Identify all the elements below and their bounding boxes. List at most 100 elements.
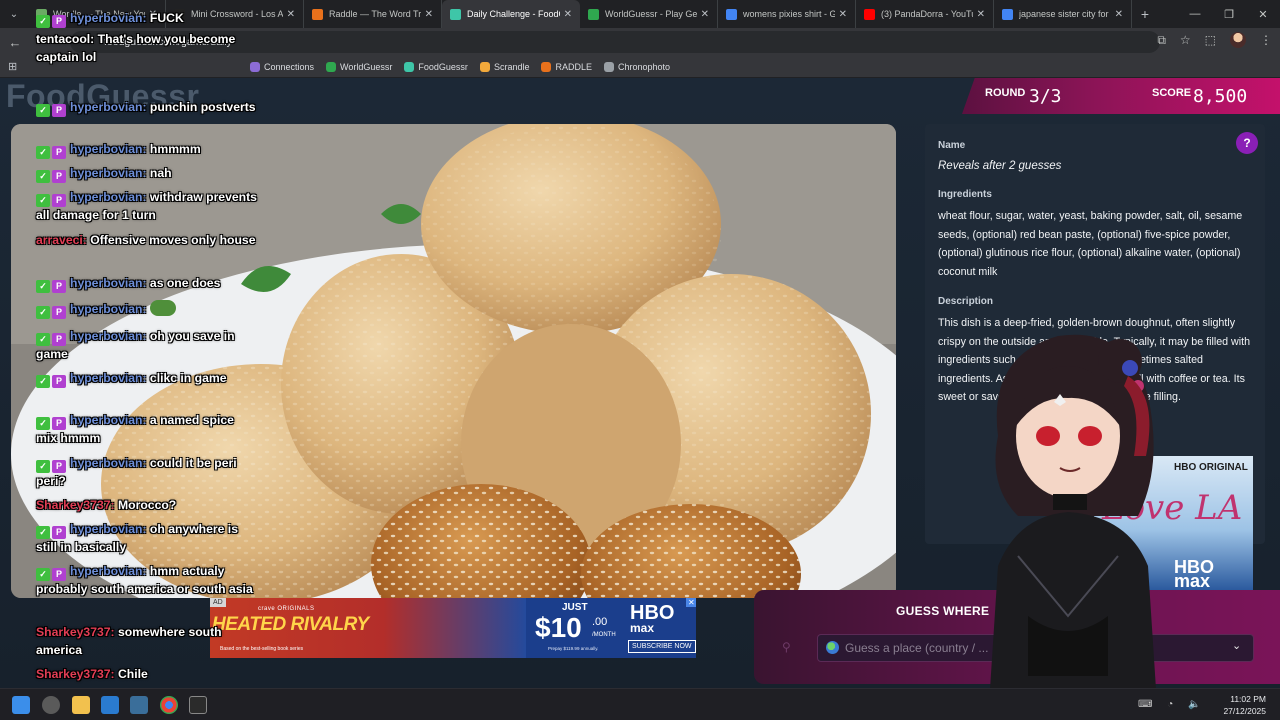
chat-badges: ✓ P bbox=[36, 194, 66, 208]
chat-username[interactable]: hyperbovian: bbox=[70, 371, 147, 385]
chat-badges: ✓ P bbox=[36, 104, 66, 118]
chat-message: ✓ Phyperbovian: clikc in game bbox=[36, 370, 258, 389]
settings-gear-icon[interactable] bbox=[42, 696, 60, 714]
chat-message: ✓ Phyperbovian: could it be peri peri? bbox=[36, 455, 258, 491]
clock-date: 27/12/2025 bbox=[1223, 706, 1266, 716]
bookmark-item[interactable]: Scrandle bbox=[479, 61, 529, 72]
vscode-icon[interactable] bbox=[130, 696, 148, 714]
chat-username[interactable]: hyperbovian: bbox=[70, 302, 147, 316]
chat-username[interactable]: tentacool: bbox=[36, 32, 94, 46]
chat-username[interactable]: Sharkey3737: bbox=[36, 667, 115, 681]
tab-close-icon[interactable]: ✕ bbox=[701, 9, 709, 20]
bookmark-item[interactable]: FoodGuessr bbox=[404, 61, 468, 72]
browser-tab[interactable]: japanese sister city for bl ✕ bbox=[994, 0, 1132, 28]
chat-badges: ✓ P bbox=[36, 568, 66, 582]
chat-badges: ✓ P bbox=[36, 170, 66, 184]
chrome-icon[interactable] bbox=[160, 696, 178, 714]
chat-username[interactable]: hyperbovian: bbox=[70, 190, 147, 204]
chat-username[interactable]: hyperbovian: bbox=[70, 522, 147, 536]
chevron-down-icon[interactable]: ⌄ bbox=[1232, 639, 1241, 652]
chat-username[interactable]: hyperbovian: bbox=[70, 166, 147, 180]
chat-username[interactable]: Sharkey3737: bbox=[36, 625, 115, 639]
tab-close-icon[interactable]: ✕ bbox=[977, 9, 985, 20]
chat-badges: ✓ P bbox=[36, 306, 66, 320]
browser-tab[interactable]: womens pixies shirt - Goo ✕ bbox=[718, 0, 856, 28]
sub-badge-icon: P bbox=[52, 170, 66, 184]
ad-cents: .00 bbox=[592, 616, 608, 628]
photos-icon[interactable] bbox=[101, 696, 119, 714]
tab-close-icon[interactable]: ✕ bbox=[1115, 9, 1123, 20]
mod-badge-icon: ✓ bbox=[36, 526, 50, 540]
tab-close-icon[interactable]: ✕ bbox=[287, 9, 295, 20]
ad-close-icon[interactable]: ✕ bbox=[686, 598, 696, 607]
chat-text: Offensive moves only house bbox=[90, 233, 256, 247]
bookmark-label: FoodGuessr bbox=[418, 61, 468, 72]
ad-fineprint: Prepay $119.99 annually. bbox=[548, 646, 599, 651]
bottom-ad[interactable]: AD crave ORIGINALS HEATED RIVALRY Based … bbox=[210, 598, 696, 658]
tab-close-icon[interactable]: ✕ bbox=[425, 9, 433, 20]
chat-username[interactable]: hyperbovian: bbox=[70, 456, 147, 470]
tab-label: Raddle — The Word Tran bbox=[329, 9, 421, 19]
chat-username[interactable]: hyperbovian: bbox=[70, 100, 147, 114]
menu-dots-icon[interactable]: ⋮ bbox=[1260, 33, 1272, 47]
bookmark-star-icon[interactable]: ☆ bbox=[1180, 33, 1191, 47]
chat-text: punchin postverts bbox=[149, 100, 256, 114]
chat-username[interactable]: arraveci: bbox=[36, 233, 87, 247]
extensions-icon[interactable]: ⬚ bbox=[1205, 33, 1216, 47]
chat-message: ✓ Phyperbovian: hmm actualy probably sout… bbox=[36, 563, 258, 599]
name-value: Reveals after 2 guesses bbox=[938, 160, 1062, 172]
browser-tab[interactable]: WorldGuessr - Play Geog ✕ bbox=[580, 0, 718, 28]
windows-start-icon[interactable] bbox=[12, 696, 30, 714]
chat-badges: ✓ P bbox=[36, 333, 66, 347]
chat-username[interactable]: hyperbovian: bbox=[70, 329, 147, 343]
browser-tab[interactable]: Daily Challenge - FoodGu ✕ bbox=[442, 0, 580, 28]
bookmark-item[interactable]: WorldGuessr bbox=[326, 61, 392, 72]
chat-badges: ✓ P bbox=[36, 526, 66, 540]
browser-tab[interactable]: (3) PandaDorra - YouTube ✕ bbox=[856, 0, 994, 28]
minimize-icon[interactable]: — bbox=[1178, 0, 1212, 28]
file-explorer-icon[interactable] bbox=[72, 696, 90, 714]
windows-taskbar: ⌨ ◔ 🔈 11:02 PM 27/12/2025 bbox=[0, 688, 1280, 720]
chat-text: FUCK bbox=[149, 11, 184, 25]
bookmark-item[interactable]: RADDLE bbox=[541, 61, 592, 72]
help-icon[interactable]: ? bbox=[1236, 132, 1258, 154]
chat-message: ✓ Phyperbovian: hmmmm bbox=[36, 141, 258, 160]
sub-badge-icon: P bbox=[52, 104, 66, 118]
chat-message: Sharkey3737: somewhere south america bbox=[36, 624, 258, 659]
chat-message: ✓ P hyperbovian: punchin postverts bbox=[36, 99, 258, 118]
chat-message: ✓ Phyperbovian: a named spice mix hmmm bbox=[36, 412, 258, 448]
chat-badges: ✓ P bbox=[36, 375, 66, 389]
browser-tab[interactable]: Raddle — The Word Tran ✕ bbox=[304, 0, 442, 28]
taskbar-clock[interactable]: 11:02 PM 27/12/2025 bbox=[1223, 693, 1266, 717]
chat-message: ✓ Phyperbovian: FUCK bbox=[36, 10, 258, 29]
chat-username[interactable]: hyperbovian: bbox=[70, 276, 147, 290]
restore-icon[interactable]: ❐ bbox=[1212, 0, 1246, 28]
mod-badge-icon: ✓ bbox=[36, 306, 50, 320]
chat-username[interactable]: hyperbovian: bbox=[70, 142, 147, 156]
chat-username[interactable]: hyperbovian: bbox=[70, 564, 147, 578]
mod-badge-icon: ✓ bbox=[36, 460, 50, 474]
chat-message: Sharkey3737: Morocco? bbox=[36, 497, 258, 515]
mod-badge-icon: ✓ bbox=[36, 375, 50, 389]
chat-badges: ✓ P bbox=[36, 146, 66, 160]
chat-username[interactable]: Sharkey3737: bbox=[36, 498, 115, 512]
chat-message: arraveci: Offensive moves only house bbox=[36, 232, 258, 250]
mod-badge-icon: ✓ bbox=[36, 15, 50, 29]
tab-label: womens pixies shirt - Goo bbox=[743, 9, 835, 19]
tab-close-icon[interactable]: ✕ bbox=[839, 9, 847, 20]
cast-icon[interactable]: ⧉ bbox=[1157, 33, 1166, 48]
chat-username[interactable]: hyperbovian: bbox=[70, 11, 147, 25]
bookmark-item[interactable]: Chronophoto bbox=[603, 61, 670, 72]
system-tray[interactable]: ⌨ ◔ 🔈 bbox=[1138, 699, 1206, 710]
ad-hbo-logo: HBO max bbox=[630, 603, 674, 634]
sub-badge-icon: P bbox=[52, 194, 66, 208]
new-tab-button[interactable]: + bbox=[1132, 0, 1158, 28]
sub-badge-icon: P bbox=[52, 146, 66, 160]
chat-username[interactable]: hyperbovian: bbox=[70, 413, 147, 427]
streamlabs-icon[interactable] bbox=[189, 696, 207, 714]
bookmark-icon bbox=[404, 61, 415, 72]
ad-subscribe-button[interactable]: SUBSCRIBE NOW bbox=[628, 640, 696, 653]
close-window-icon[interactable]: ✕ bbox=[1246, 0, 1280, 28]
profile-avatar[interactable] bbox=[1230, 32, 1246, 48]
tab-close-icon[interactable]: ✕ bbox=[564, 9, 572, 20]
